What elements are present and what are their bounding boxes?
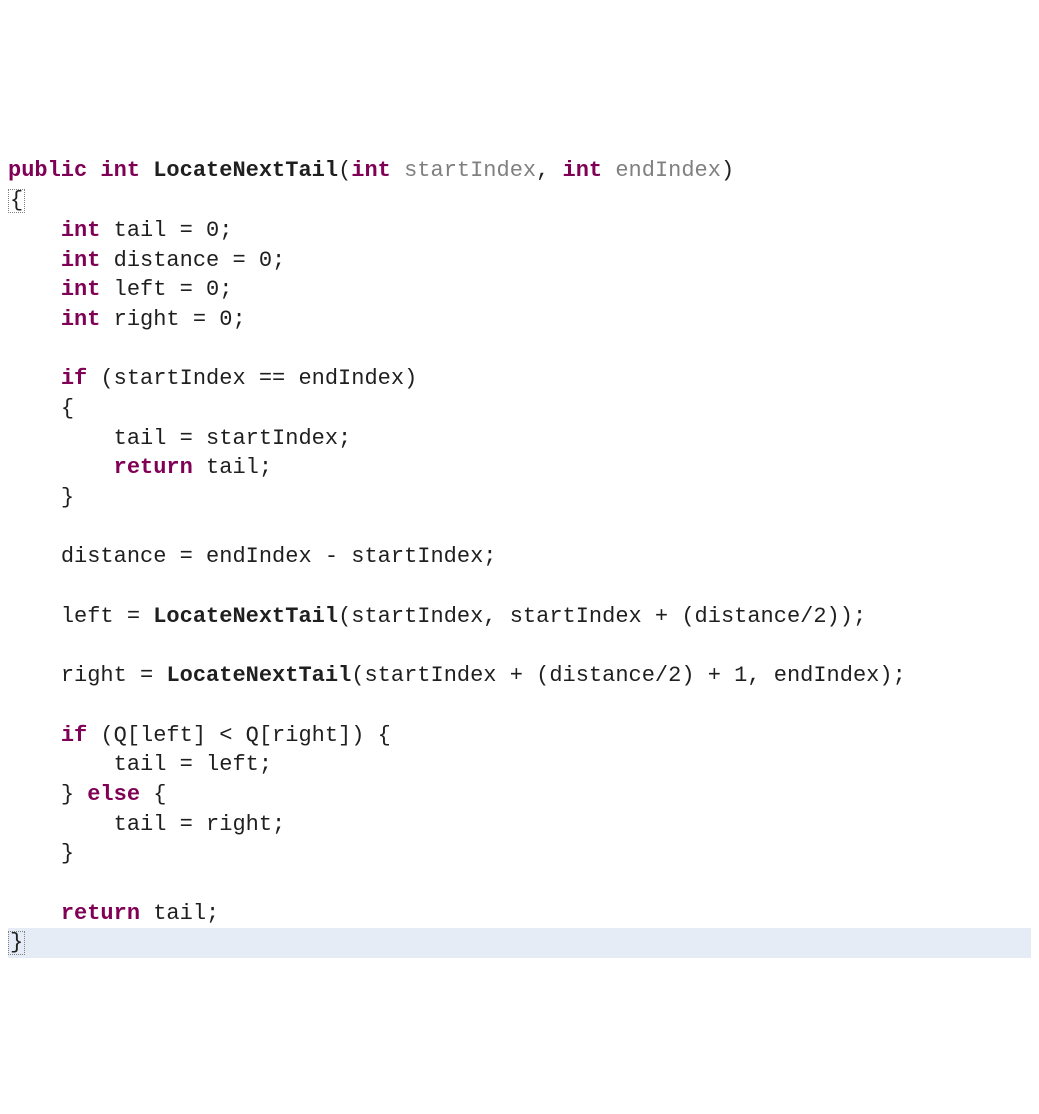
method-name: LocateNextTail xyxy=(153,158,338,183)
brace-close: } xyxy=(61,841,74,866)
call-args: (startIndex, startIndex + (distance/2)); xyxy=(338,604,866,629)
decl-left: left = 0; xyxy=(114,277,233,302)
keyword-public: public xyxy=(8,158,87,183)
keyword-if: if xyxy=(61,366,87,391)
keyword-return: return xyxy=(114,455,193,480)
brace-close-highlighted: } xyxy=(8,931,25,955)
stmt-tail-right: tail = right; xyxy=(114,812,286,837)
brace-close: } xyxy=(61,485,74,510)
method-call: LocateNextTail xyxy=(166,663,351,688)
stmt-tail-assign: tail = startIndex; xyxy=(114,426,352,451)
param-type: int xyxy=(351,158,391,183)
decl-distance: distance = 0; xyxy=(114,248,286,273)
comma: , xyxy=(536,158,562,183)
keyword-if: if xyxy=(61,723,87,748)
code-block: public int LocateNextTail(int startIndex… xyxy=(8,127,1031,958)
keyword-int: int xyxy=(61,248,101,273)
method-call: LocateNextTail xyxy=(153,604,338,629)
keyword-int: int xyxy=(100,158,140,183)
decl-tail: tail = 0; xyxy=(114,218,233,243)
param-type: int xyxy=(563,158,603,183)
brace-open: { xyxy=(61,396,74,421)
stmt-left-pre: left = xyxy=(61,604,153,629)
return-expr: tail; xyxy=(140,901,219,926)
decl-right: right = 0; xyxy=(114,307,246,332)
stmt-distance: distance = endIndex - startIndex; xyxy=(61,544,497,569)
param-name: endIndex xyxy=(615,158,721,183)
if-condition-2: (Q[left] < Q[right]) { xyxy=(87,723,391,748)
brace-close-open: } xyxy=(61,782,87,807)
paren-close: ) xyxy=(721,158,734,183)
keyword-int: int xyxy=(61,277,101,302)
current-line-highlight: } xyxy=(8,928,1031,958)
keyword-int: int xyxy=(61,307,101,332)
stmt-tail-left: tail = left; xyxy=(114,752,272,777)
stmt-right-pre: right = xyxy=(61,663,167,688)
brace-open: { xyxy=(140,782,166,807)
if-condition: (startIndex == endIndex) xyxy=(87,366,417,391)
param-name: startIndex xyxy=(404,158,536,183)
keyword-int: int xyxy=(61,218,101,243)
return-expr: tail; xyxy=(193,455,272,480)
paren-open: ( xyxy=(338,158,351,183)
brace-open-highlighted: { xyxy=(8,189,25,213)
keyword-else: else xyxy=(87,782,140,807)
keyword-return: return xyxy=(61,901,140,926)
call-args: (startIndex + (distance/2) + 1, endIndex… xyxy=(351,663,906,688)
